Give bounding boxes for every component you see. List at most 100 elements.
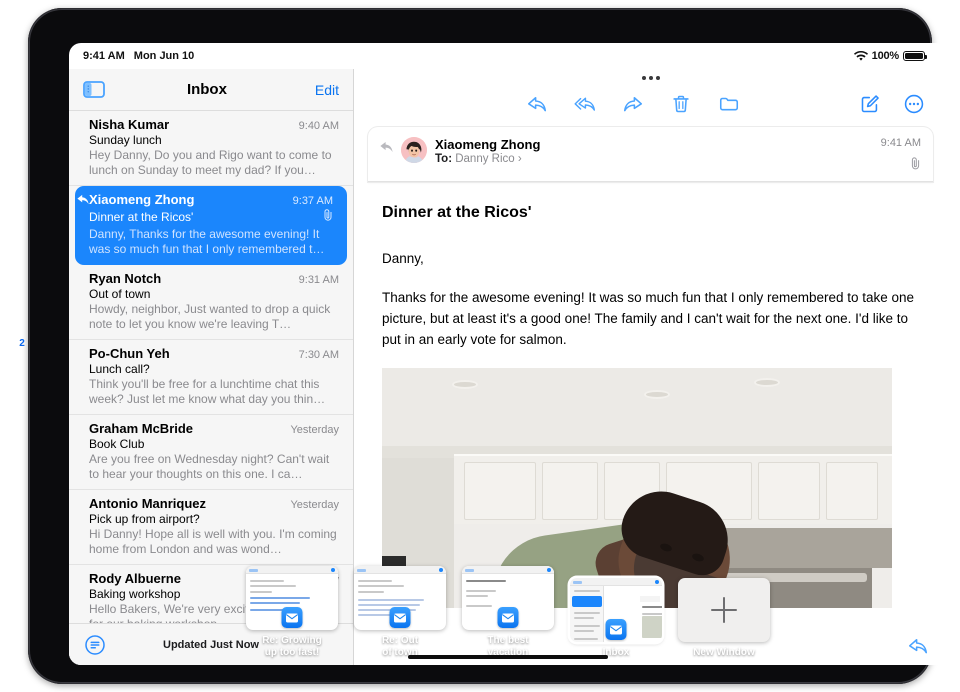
wifi-icon — [853, 50, 868, 61]
message-header[interactable]: Xiaomeng Zhong To: Danny Rico › 9:41 AM — [368, 127, 933, 182]
header-recipient-line[interactable]: To: Danny Rico › — [435, 153, 871, 165]
replied-arrow-icon — [380, 142, 393, 153]
thumb-line — [642, 613, 662, 615]
thumb-line — [466, 595, 488, 597]
window-picker-item[interactable]: The best vacation — [462, 566, 554, 659]
thumb-selected-row — [572, 596, 602, 607]
thumb-toolbar — [246, 566, 338, 574]
thumb-line — [250, 602, 300, 604]
battery-percent-label: 100% — [871, 50, 900, 62]
trash-icon[interactable] — [670, 93, 692, 115]
list-item-subject-line: Out of town — [89, 287, 339, 301]
thumb-line — [358, 599, 424, 601]
message-time: 9:31 AM — [298, 274, 339, 286]
message-time: Yesterday — [290, 424, 339, 436]
ellipsis-dot — [641, 76, 646, 80]
thumb-line — [250, 580, 284, 582]
thumb-line — [358, 585, 404, 587]
battery-icon — [903, 51, 927, 61]
new-window-thumbnail[interactable] — [678, 578, 770, 642]
status-bar-left: 9:41 AM Mon Jun 10 — [83, 50, 194, 62]
thumb-line — [574, 625, 600, 627]
paperclip-icon — [317, 208, 333, 226]
mail-app-icon — [389, 607, 411, 628]
photo-cabinet — [758, 462, 820, 520]
list-item[interactable]: Po-Chun Yeh 7:30 AM Lunch call? Think yo… — [69, 340, 353, 415]
list-item-top: Xiaomeng Zhong 9:37 AM — [89, 192, 333, 207]
photo-cabinet — [826, 462, 878, 520]
thumb-line — [642, 606, 662, 608]
list-item[interactable]: Graham McBride Yesterday Book Club Are y… — [69, 415, 353, 490]
thumb-line — [466, 590, 496, 592]
list-item-subject-line: Dinner at the Ricos' — [89, 208, 333, 226]
message-subject: Sunday lunch — [89, 133, 162, 147]
message-preview: Are you free on Wednesday night? Can't w… — [89, 452, 330, 481]
window-thumbnail[interactable] — [246, 566, 338, 630]
list-item-selected[interactable]: Xiaomeng Zhong 9:37 AM Dinner at the Ric… — [75, 186, 347, 265]
message-time: Yesterday — [290, 499, 339, 511]
window-label-line2: up too fast! — [264, 647, 320, 658]
folder-icon[interactable] — [718, 93, 740, 115]
list-item[interactable]: Ryan Notch 9:31 AM Out of town Howdy, ne… — [69, 265, 353, 340]
detail-toolbar-right — [859, 93, 925, 115]
message-sender: Xiaomeng Zhong — [89, 192, 195, 207]
list-item-subject-line: Book Club — [89, 437, 339, 451]
mail-app-icon — [281, 607, 303, 628]
ellipsis-dot — [655, 76, 660, 80]
window-picker-item[interactable]: Re: Out of town — [354, 566, 446, 659]
avatar[interactable] — [401, 137, 427, 163]
home-indicator[interactable] — [408, 654, 608, 659]
thumb-toolbar — [354, 566, 446, 574]
mail-app-icon — [497, 607, 519, 628]
window-label-line1: The best — [487, 635, 529, 646]
window-picker-item[interactable]: Re: Growing up too fast! — [246, 566, 338, 659]
detail-toolbar — [354, 87, 947, 121]
window-label: Re: Growing up too fast! — [246, 635, 338, 659]
reply-icon[interactable] — [526, 93, 548, 115]
window-label: New Window — [678, 647, 770, 659]
message-list[interactable]: Nisha Kumar 9:40 AM Sunday lunch Hey Dan… — [69, 111, 353, 623]
thumb-line — [358, 591, 384, 593]
photo-ceiling-light — [644, 390, 670, 399]
avatar-memoji — [401, 137, 427, 163]
multitasking-ellipsis-icon[interactable] — [354, 69, 947, 87]
header-time: 9:41 AM — [880, 137, 921, 149]
window-thumbnail[interactable] — [570, 578, 662, 642]
more-ellipsis-circle-icon[interactable] — [903, 93, 925, 115]
message-time: 7:30 AM — [298, 349, 339, 361]
window-picker-item-new[interactable]: New Window — [678, 578, 770, 659]
message-time: 9:37 AM — [292, 195, 333, 207]
thumb-photo — [642, 616, 662, 638]
edit-button[interactable]: Edit — [315, 82, 339, 98]
thumb-line — [574, 630, 594, 632]
detail-toolbar-actions — [406, 93, 859, 115]
thumb-line — [574, 617, 594, 619]
window-thumbnail[interactable] — [354, 566, 446, 630]
forward-icon[interactable] — [622, 93, 644, 115]
photo-cabinet — [542, 462, 598, 520]
list-item[interactable]: Antonio Manriquez Yesterday Pick up from… — [69, 490, 353, 565]
status-bar: 9:41 AM Mon Jun 10 100% — [69, 43, 947, 69]
compose-icon[interactable] — [859, 93, 881, 115]
window-picker[interactable]: Re: Growing up too fast! Re: Out of town… — [69, 555, 947, 665]
status-time: 9:41 AM — [83, 50, 125, 62]
list-item-subject-line: Sunday lunch — [89, 133, 339, 147]
plus-icon — [711, 608, 737, 612]
reply-all-icon[interactable] — [573, 93, 596, 115]
list-item-top: Ryan Notch 9:31 AM — [89, 271, 339, 286]
message-paragraph: Thanks for the awesome evening! It was s… — [382, 290, 915, 347]
thumb-line — [358, 604, 420, 606]
window-thumbnail[interactable] — [462, 566, 554, 630]
window-picker-item-current[interactable]: Inbox — [570, 578, 662, 659]
window-label-line1: Re: Growing — [262, 635, 322, 646]
photo-cabinet — [464, 462, 536, 520]
thumb-header-bar — [640, 596, 660, 602]
thumb-line — [466, 605, 492, 607]
photo-ceiling-light — [452, 380, 478, 389]
list-item[interactable]: Nisha Kumar 9:40 AM Sunday lunch Hey Dan… — [69, 111, 353, 186]
message-preview: Think you'll be free for a lunchtime cha… — [89, 377, 326, 406]
message-subject: Pick up from airport? — [89, 512, 200, 526]
window-label-line1: New Window — [693, 647, 755, 658]
list-item-top: Po-Chun Yeh 7:30 AM — [89, 346, 339, 361]
message-sender: Antonio Manriquez — [89, 496, 206, 511]
